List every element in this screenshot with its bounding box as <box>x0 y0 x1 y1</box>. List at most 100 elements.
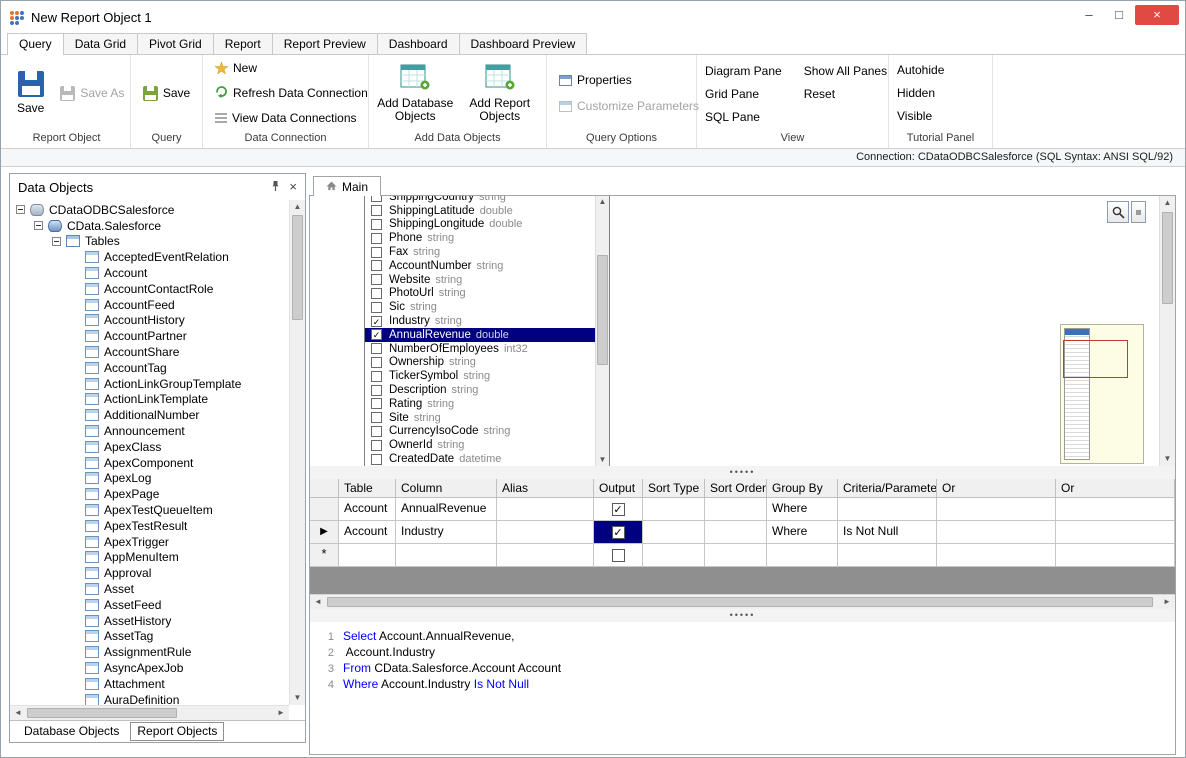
grid-cell[interactable] <box>937 544 1056 567</box>
grid-cell[interactable] <box>643 544 705 567</box>
new-row-indicator[interactable]: * <box>310 544 339 567</box>
grid-cell[interactable] <box>705 498 767 521</box>
tree-item[interactable]: AuraDefinition <box>10 692 289 705</box>
grid-cell[interactable] <box>643 521 705 544</box>
field-row[interactable]: CreatedDatedatetime <box>365 452 595 466</box>
bottom-tab-report-objects[interactable]: Report Objects <box>130 722 224 741</box>
doc-tab-query[interactable]: Query <box>7 33 64 55</box>
scroll-up-icon[interactable]: ▲ <box>1160 196 1175 210</box>
grid-cell[interactable]: Account <box>339 498 396 521</box>
diagram-pane[interactable]: ShippingCountrystringShippingLatitudedou… <box>310 196 1175 466</box>
grid-row[interactable]: AccountAnnualRevenue ✓ Where <box>310 498 1175 521</box>
grid-cell[interactable] <box>497 521 594 544</box>
grid-pane-button[interactable]: Grid Pane <box>705 87 782 101</box>
field-row[interactable]: Sicstring <box>365 300 595 314</box>
diagram-pane-button[interactable]: Diagram Pane <box>705 64 782 78</box>
customize-parameters-button[interactable]: Customize Parameters <box>555 97 703 115</box>
show-all-panes-button[interactable]: Show All Panes <box>804 64 887 78</box>
field-checkbox[interactable]: ✓ <box>371 316 382 327</box>
tree-item[interactable]: Account <box>10 265 289 281</box>
view-data-connections-button[interactable]: View Data Connections <box>211 109 372 127</box>
field-row[interactable]: TickerSymbolstring <box>365 369 595 383</box>
close-button[interactable]: × <box>1135 5 1179 25</box>
tree-horizontal-scrollbar[interactable]: ◄ ► <box>10 705 289 720</box>
refresh-data-connection-button[interactable]: Refresh Data Connection <box>211 83 372 103</box>
scroll-right-icon[interactable]: ► <box>1159 595 1175 609</box>
tree-item[interactable]: Approval <box>10 565 289 581</box>
hidden-button[interactable]: Hidden <box>897 86 944 100</box>
visible-button[interactable]: Visible <box>897 109 944 123</box>
bottom-tab-database-objects[interactable]: Database Objects <box>18 723 125 740</box>
tree-item[interactable]: CDataODBCSalesforce <box>10 202 289 218</box>
tree-item[interactable]: ApexTrigger <box>10 534 289 550</box>
tree-item[interactable]: ApexTestQueueItem <box>10 502 289 518</box>
grid-cell[interactable] <box>643 498 705 521</box>
field-row[interactable]: PhotoUrlstring <box>365 287 595 301</box>
tree-item[interactable]: ApexPage <box>10 486 289 502</box>
field-row[interactable]: Descriptionstring <box>365 383 595 397</box>
doc-tab-pivot-grid[interactable]: Pivot Grid <box>137 33 214 54</box>
scroll-up-icon[interactable]: ▲ <box>596 196 609 209</box>
save-query-button[interactable]: Save <box>139 84 194 103</box>
minimize-button[interactable]: – <box>1075 5 1103 25</box>
field-row[interactable]: NumberOfEmployeesint32 <box>365 342 595 356</box>
tree-item[interactable]: AppMenuItem <box>10 550 289 566</box>
save-as-button[interactable]: Save As <box>56 84 128 103</box>
scroll-up-icon[interactable]: ▲ <box>290 200 305 214</box>
field-row[interactable]: Ownershipstring <box>365 356 595 370</box>
tree-item[interactable]: AsyncApexJob <box>10 660 289 676</box>
diagram-grid-splitter[interactable]: ••••• <box>310 466 1175 479</box>
zoom-options-button[interactable] <box>1131 201 1146 223</box>
output-checkbox[interactable]: ✓ <box>612 503 625 516</box>
grid-cell[interactable] <box>838 544 937 567</box>
grid-cell[interactable]: Is Not Null <box>838 521 937 544</box>
field-row[interactable]: Sitestring <box>365 411 595 425</box>
field-checkbox[interactable] <box>371 302 382 313</box>
doc-tab-data-grid[interactable]: Data Grid <box>63 33 138 54</box>
tab-main[interactable]: Main <box>313 176 381 196</box>
tree-item[interactable]: AccountHistory <box>10 313 289 329</box>
doc-tab-report[interactable]: Report <box>213 33 273 54</box>
autohide-button[interactable]: Autohide <box>897 63 944 77</box>
scrollbar-thumb[interactable] <box>597 255 608 365</box>
grid-cell[interactable] <box>767 544 838 567</box>
scroll-left-icon[interactable]: ◄ <box>10 706 26 720</box>
output-checkbox[interactable]: ✓ <box>612 526 625 539</box>
grid-cell[interactable] <box>937 498 1056 521</box>
expand-toggle-icon[interactable] <box>16 205 25 214</box>
tree-item[interactable]: Asset <box>10 581 289 597</box>
output-cell[interactable]: ✓ <box>594 498 643 521</box>
scrollbar-thumb[interactable] <box>327 597 1153 607</box>
scrollbar-thumb[interactable] <box>27 708 177 718</box>
scroll-left-icon[interactable]: ◄ <box>310 595 326 609</box>
tree-item[interactable]: AssetTag <box>10 629 289 645</box>
grid-cell[interactable] <box>1056 521 1175 544</box>
grid-cell[interactable]: Account <box>339 521 396 544</box>
doc-tab-dashboard-preview[interactable]: Dashboard Preview <box>459 33 588 54</box>
sql-pane[interactable]: 1Select Account.AnnualRevenue,2 Account.… <box>310 622 1175 754</box>
field-row[interactable]: Ratingstring <box>365 397 595 411</box>
doc-tab-report-preview[interactable]: Report Preview <box>272 33 378 54</box>
tree-item[interactable]: ActionLinkTemplate <box>10 392 289 408</box>
field-checkbox[interactable] <box>371 454 382 465</box>
sql-pane-button[interactable]: SQL Pane <box>705 110 782 124</box>
sql-line[interactable]: 3From CData.Salesforce.Account Account <box>320 661 1171 677</box>
grid-cell[interactable] <box>339 544 396 567</box>
field-row[interactable]: OwnerIdstring <box>365 438 595 452</box>
field-checkbox[interactable] <box>371 412 382 423</box>
field-checkbox[interactable] <box>371 288 382 299</box>
grid-cell[interactable]: AnnualRevenue <box>396 498 497 521</box>
grid-cell[interactable]: Where <box>767 498 838 521</box>
tree-item[interactable]: AccountFeed <box>10 297 289 313</box>
scrollbar-thumb[interactable] <box>1162 212 1173 304</box>
grid-cell[interactable] <box>497 544 594 567</box>
scroll-right-icon[interactable]: ► <box>273 706 289 720</box>
output-checkbox[interactable] <box>612 549 625 562</box>
tree-item[interactable]: AdditionalNumber <box>10 407 289 423</box>
field-checkbox[interactable] <box>371 233 382 244</box>
grid-cell[interactable]: Industry <box>396 521 497 544</box>
tree-vertical-scrollbar[interactable]: ▲ ▼ <box>289 200 305 705</box>
row-selector[interactable] <box>310 498 339 521</box>
maximize-button[interactable]: □ <box>1105 5 1133 25</box>
tree-item[interactable]: ActionLinkGroupTemplate <box>10 376 289 392</box>
